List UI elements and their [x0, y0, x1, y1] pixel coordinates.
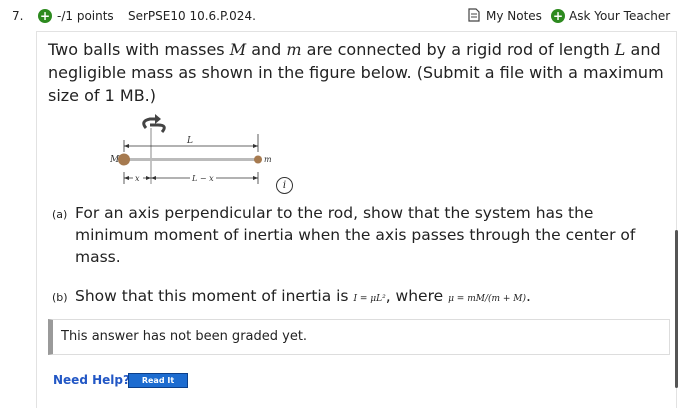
part-b-text: Show that this moment of inertia is I = …	[75, 287, 531, 305]
need-help-label: Need Help?	[53, 373, 130, 387]
label-x: x	[135, 174, 140, 183]
part-a-label: (a)	[52, 208, 68, 221]
formula-moment: I = μL²	[353, 294, 386, 304]
label-L-minus-x: L − x	[191, 174, 214, 183]
points-label: -/1 points	[57, 9, 114, 23]
label-M: M	[110, 155, 120, 165]
my-notes-link[interactable]: My Notes	[486, 9, 542, 23]
question-stem: Two balls with masses M and m are connec…	[48, 40, 664, 105]
read-it-button[interactable]: Read It	[128, 373, 188, 388]
plus-circle-icon[interactable]: +	[551, 9, 565, 23]
ask-teacher-link[interactable]: Ask Your Teacher	[569, 9, 670, 23]
question-id: SerPSE10 10.6.P.024.	[128, 9, 256, 23]
plus-circle-icon[interactable]: +	[38, 9, 52, 23]
question-number: 7.	[12, 9, 24, 23]
part-b-label: (b)	[52, 291, 68, 304]
label-m: m	[264, 155, 272, 164]
formula-mu: μ = mM/(m + M)	[448, 294, 527, 304]
scrollbar[interactable]	[675, 230, 678, 388]
part-a-text: For an axis perpendicular to the rod, sh…	[75, 204, 636, 266]
notes-icon[interactable]	[468, 8, 480, 22]
rod-figure: L M m x L − x	[110, 114, 272, 184]
info-icon[interactable]: i	[276, 177, 293, 194]
label-L: L	[186, 136, 193, 146]
answer-status: This answer has not been graded yet.	[61, 329, 308, 344]
